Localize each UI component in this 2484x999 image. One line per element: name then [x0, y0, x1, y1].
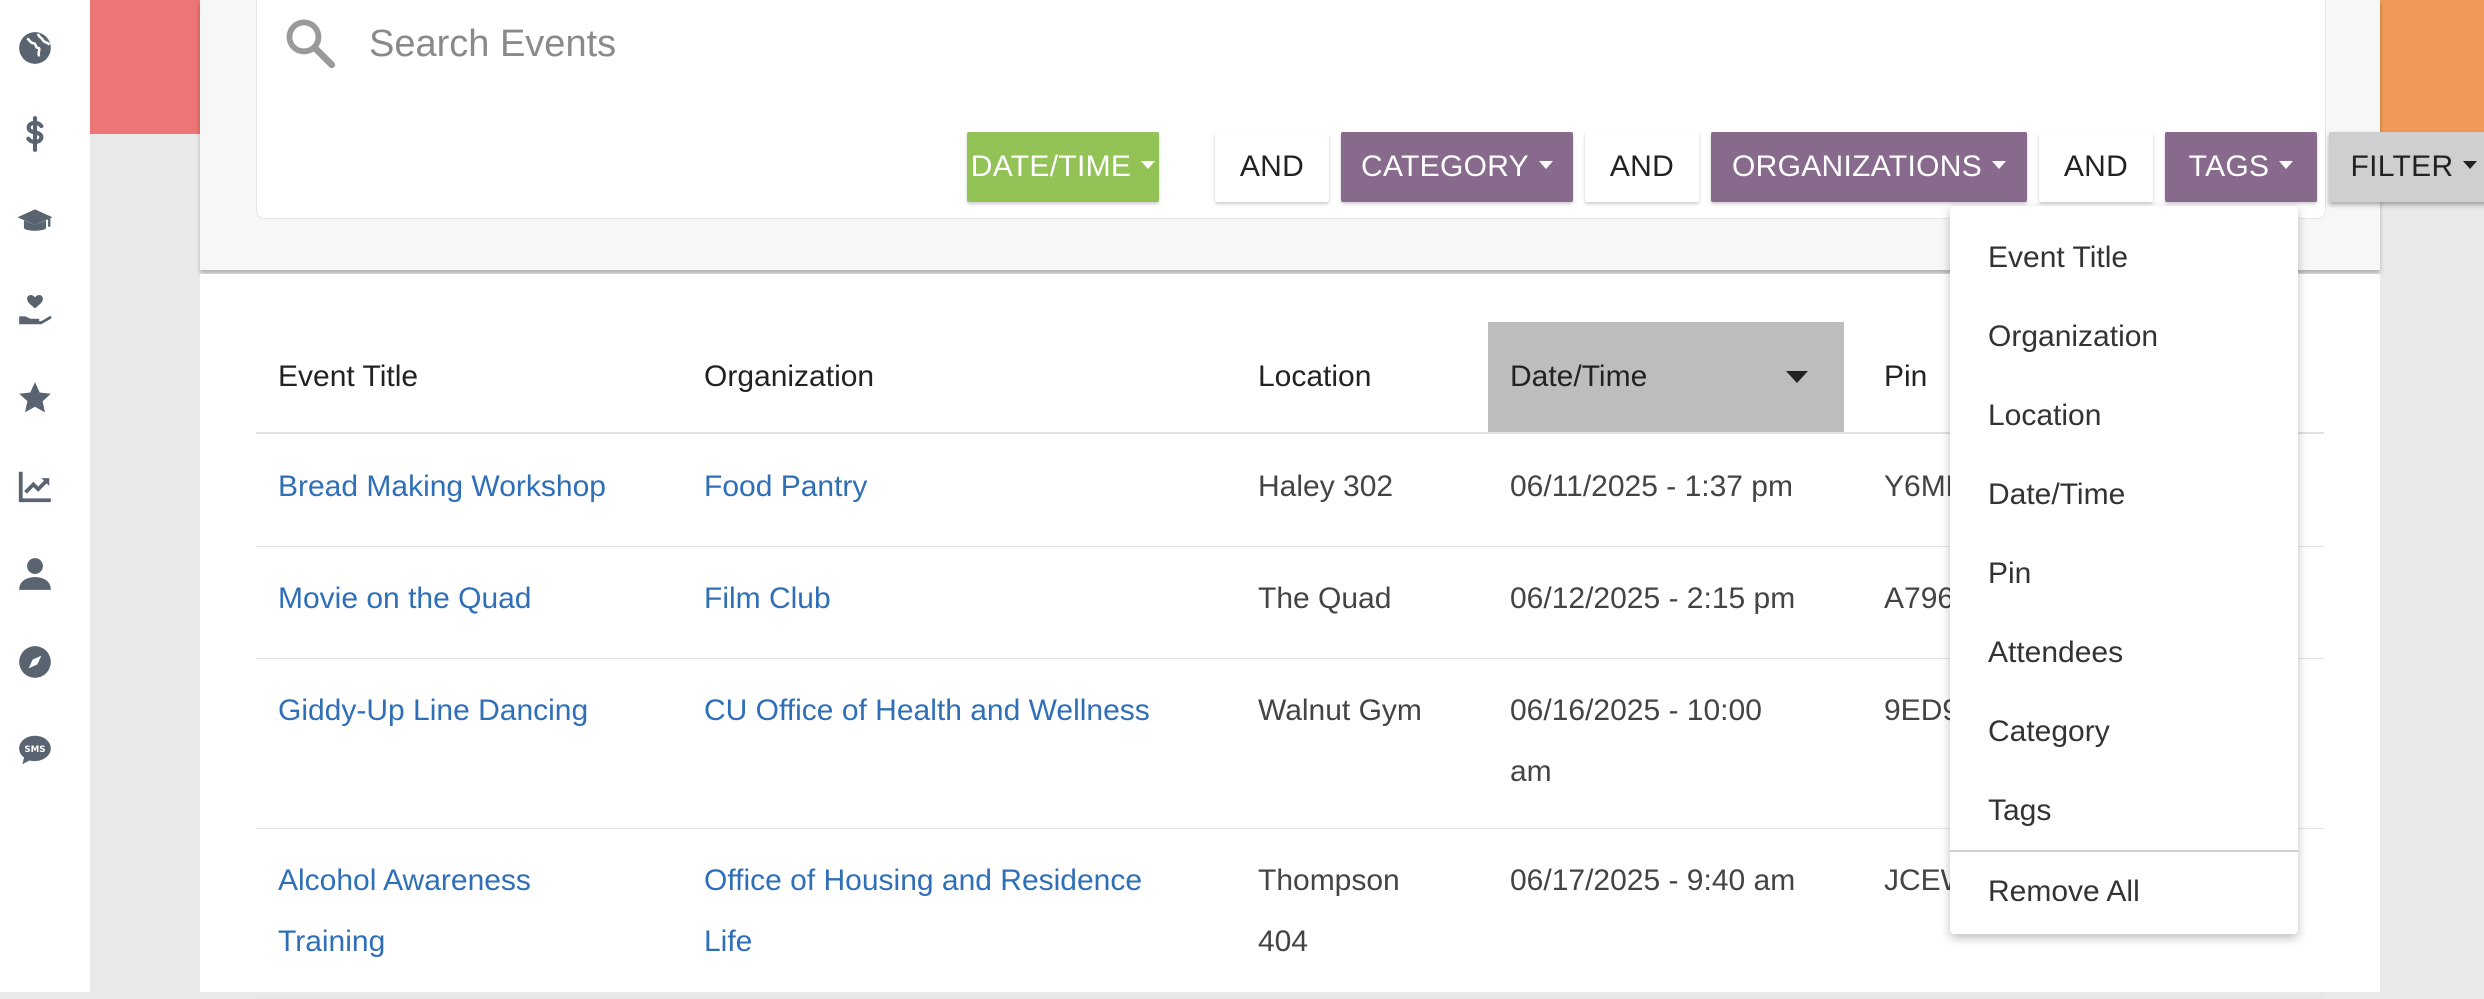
caret-down-icon: [1539, 161, 1553, 169]
caret-down-icon: [2463, 161, 2478, 169]
organization-link[interactable]: Film Club: [682, 568, 831, 629]
event-title-link[interactable]: Movie on the Quad: [256, 568, 532, 629]
category-filter-button[interactable]: CATEGORY: [1341, 132, 1573, 202]
and-operator-label: AND: [1609, 150, 1675, 183]
compass-icon[interactable]: [15, 642, 55, 682]
location-line: Thompson: [1258, 864, 1400, 897]
date-time-line: am: [1510, 755, 1552, 788]
date-time-filter-button[interactable]: DATE/TIME: [967, 132, 1159, 202]
pin-cell: 9ED9: [1884, 694, 1960, 727]
location-cell: Thompson 404: [1236, 850, 1400, 972]
menu-item-organization[interactable]: Organization: [1950, 307, 2298, 367]
date-time-cell: 06/12/2025 - 2:15 pm: [1510, 582, 1796, 615]
column-header-date-time[interactable]: Date/Time: [1488, 322, 1844, 432]
filter-button[interactable]: FILTER: [2329, 132, 2484, 202]
organization-link[interactable]: Food Pantry: [682, 456, 867, 517]
event-title-link[interactable]: Bread Making Workshop: [256, 456, 606, 517]
organization-link[interactable]: Office of Housing and Residence Life: [682, 850, 1142, 972]
search-card: DATE/TIME AND CATEGORY AND ORGANIZATIONS…: [256, 0, 2484, 219]
event-title-line: Training: [278, 925, 386, 958]
accent-bar-right: [2380, 0, 2484, 134]
sort-descending-icon[interactable]: [1786, 371, 1808, 383]
menu-item-pin[interactable]: Pin: [1950, 544, 2298, 604]
chart-line-icon[interactable]: [15, 466, 55, 506]
date-time-cell: 06/17/2025 - 9:40 am: [1510, 864, 1796, 897]
location-cell: The Quad: [1258, 582, 1392, 615]
and-operator-button[interactable]: AND: [1585, 132, 1699, 202]
filter-button-label: FILTER: [2350, 150, 2454, 183]
user-icon[interactable]: [15, 554, 55, 594]
and-operator-label: AND: [1239, 150, 1305, 183]
and-operator-label: AND: [2063, 150, 2129, 183]
column-header-location[interactable]: Location: [1236, 322, 1488, 432]
pin-cell: A796: [1884, 582, 1955, 615]
and-operator-button[interactable]: AND: [2039, 132, 2153, 202]
sms-icon[interactable]: SMS: [15, 730, 55, 770]
hand-heart-icon[interactable]: [15, 290, 55, 330]
column-header-label: Location: [1258, 360, 1372, 393]
caret-down-icon: [1141, 161, 1156, 169]
menu-item-attendees[interactable]: Attendees: [1950, 623, 2298, 683]
filter-dropdown-menu: Event Title Organization Location Date/T…: [1950, 206, 2298, 934]
organizations-filter-label: ORGANIZATIONS: [1731, 150, 1983, 183]
event-title-link[interactable]: Giddy-Up Line Dancing: [256, 680, 588, 741]
organization-line: Life: [704, 925, 753, 958]
menu-item-category[interactable]: Category: [1950, 702, 2298, 762]
caret-down-icon: [2279, 161, 2294, 169]
location-cell: Haley 302: [1258, 470, 1394, 503]
column-header-organization[interactable]: Organization: [682, 322, 1236, 432]
category-filter-label: CATEGORY: [1361, 150, 1529, 183]
menu-divider: [1950, 850, 2298, 852]
column-header-label: Pin: [1884, 360, 1928, 393]
date-time-filter-label: DATE/TIME: [970, 150, 1132, 183]
column-header-event-title[interactable]: Event Title: [256, 322, 682, 432]
tags-filter-label: TAGS: [2188, 150, 2270, 183]
tags-filter-button[interactable]: TAGS: [2165, 132, 2317, 202]
dollar-icon[interactable]: [15, 114, 55, 154]
globe-icon[interactable]: [15, 28, 55, 68]
star-icon[interactable]: [15, 378, 55, 418]
organization-line: Office of Housing and Residence: [704, 864, 1143, 897]
and-operator-button[interactable]: AND: [1215, 132, 1329, 202]
caret-down-icon: [1992, 161, 2007, 169]
date-time-cell: 06/11/2025 - 1:37 pm: [1510, 470, 1793, 503]
column-header-label: Organization: [704, 360, 875, 393]
search-input[interactable]: [367, 12, 1571, 76]
event-title-line: Alcohol Awareness: [278, 864, 531, 897]
organization-link[interactable]: CU Office of Health and Wellness: [682, 680, 1150, 741]
column-header-label: Event Title: [278, 360, 419, 393]
location-cell: Walnut Gym: [1258, 694, 1422, 727]
menu-item-tags[interactable]: Tags: [1950, 781, 2298, 841]
event-title-link[interactable]: Alcohol Awareness Training: [256, 850, 531, 972]
sidebar: SMS: [0, 0, 90, 992]
accent-bar-left: [90, 0, 200, 134]
date-time-line: 06/16/2025 - 10:00: [1510, 694, 1762, 727]
svg-text:SMS: SMS: [24, 745, 45, 755]
organizations-filter-button[interactable]: ORGANIZATIONS: [1711, 132, 2027, 202]
menu-item-location[interactable]: Location: [1950, 386, 2298, 446]
column-header-label: Date/Time: [1510, 360, 1648, 393]
search-icon: [286, 19, 336, 69]
menu-item-event-title[interactable]: Event Title: [1950, 228, 2298, 288]
menu-item-remove-all[interactable]: Remove All: [1950, 862, 2298, 922]
graduation-cap-icon[interactable]: [15, 202, 55, 242]
date-time-cell: 06/16/2025 - 10:00 am: [1488, 680, 1762, 802]
location-line: 404: [1258, 925, 1309, 958]
menu-item-date-time[interactable]: Date/Time: [1950, 465, 2298, 525]
